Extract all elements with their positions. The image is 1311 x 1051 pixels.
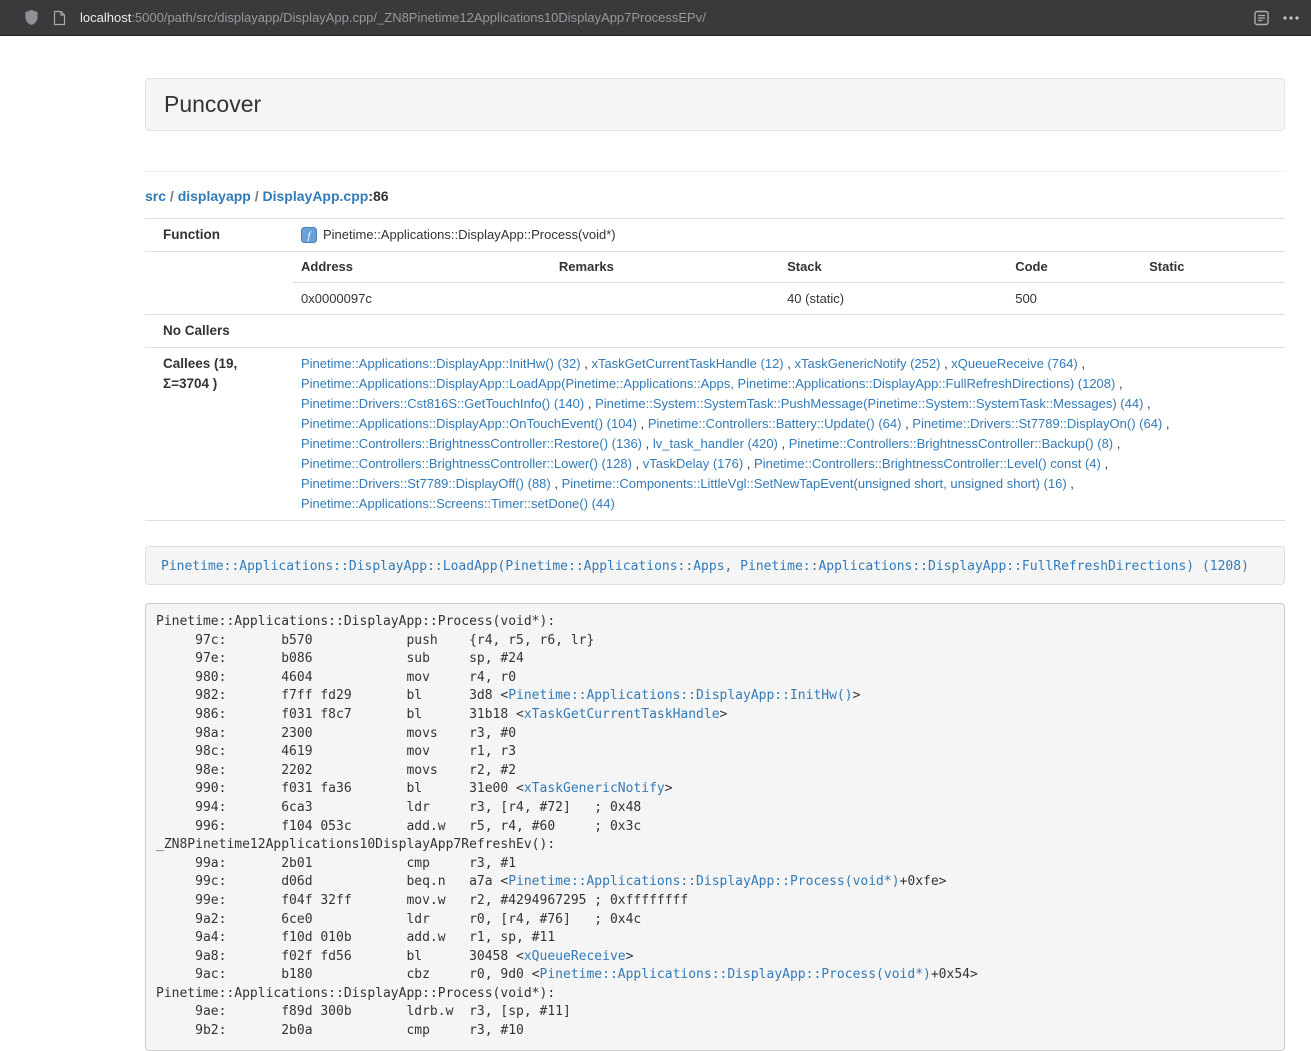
disassembly-block: Pinetime::Applications::DisplayApp::Proc… (145, 603, 1285, 1051)
stack-cell: 40 (static) (779, 283, 1007, 315)
callee-link[interactable]: Pinetime::Controllers::BrightnessControl… (789, 436, 1113, 451)
page-info-icon[interactable] (53, 10, 66, 26)
page-title-panel: Puncover (145, 78, 1285, 131)
col-address: Address (293, 252, 551, 283)
callees-label: Callees (19, Σ=3704 ) (145, 348, 293, 521)
breadcrumb-separator: / (166, 188, 178, 204)
function-label: Function (145, 219, 293, 252)
callee-link[interactable]: Pinetime::Drivers::St7789::DisplayOn() (… (912, 416, 1162, 431)
breadcrumb-link[interactable]: displayapp (178, 188, 251, 204)
callee-link[interactable]: Pinetime::Drivers::St7789::DisplayOff() … (301, 476, 551, 491)
disassembly-symbol-link[interactable]: Pinetime::Applications::DisplayApp::Init… (508, 688, 852, 703)
breadcrumb-link[interactable]: DisplayApp.cpp (263, 188, 369, 204)
callee-link[interactable]: lv_task_handler (420) (653, 436, 778, 451)
main-content: Puncover src / displayapp / DisplayApp.c… (145, 36, 1285, 1051)
callee-link[interactable]: Pinetime::Controllers::BrightnessControl… (301, 456, 632, 471)
callee-link[interactable]: xTaskGenericNotify (252) (795, 356, 941, 371)
no-callers-label: No Callers (145, 315, 293, 348)
divider (145, 171, 1285, 172)
shield-icon[interactable] (24, 9, 39, 26)
disassembly-symbol-link[interactable]: xQueueReceive (524, 949, 626, 964)
disassembly-symbol-link[interactable]: Pinetime::Applications::DisplayApp::Proc… (540, 967, 931, 982)
callee-link[interactable]: Pinetime::Controllers::BrightnessControl… (754, 456, 1101, 471)
callee-link[interactable]: Pinetime::Components::LittleVgl::SetNewT… (562, 476, 1067, 491)
reader-mode-icon[interactable] (1254, 10, 1269, 26)
breadcrumb-link[interactable]: src (145, 188, 166, 204)
callee-link[interactable]: xTaskGetCurrentTaskHandle (12) (591, 356, 783, 371)
browser-toolbar: localhost:5000/path/src/displayapp/Displ… (0, 0, 1311, 36)
function-icon: f (301, 227, 317, 243)
code-cell: 500 (1007, 283, 1141, 315)
callee-link[interactable]: Pinetime::Applications::DisplayApp::Init… (301, 356, 581, 371)
col-code: Code (1007, 252, 1141, 283)
address-cell: 0x0000097c (293, 283, 551, 315)
function-detail-table: Function f Pinetime::Applications::Displ… (145, 218, 1285, 521)
breadcrumb-separator: / (251, 188, 263, 204)
related-symbol-heading: Pinetime::Applications::DisplayApp::Load… (146, 547, 1284, 584)
overflow-menu-icon[interactable] (1283, 16, 1299, 20)
function-name: Pinetime::Applications::DisplayApp::Proc… (323, 225, 616, 245)
callee-link[interactable]: Pinetime::Applications::DisplayApp::OnTo… (301, 416, 637, 431)
no-callers-row: No Callers (145, 315, 1285, 348)
breadcrumb: src / displayapp / DisplayApp.cpp:86 (145, 186, 1285, 206)
remarks-cell (551, 283, 779, 315)
breadcrumb-line-number: :86 (368, 188, 388, 204)
callees-list: Pinetime::Applications::DisplayApp::Init… (293, 348, 1285, 521)
callee-link[interactable]: Pinetime::Controllers::BrightnessControl… (301, 436, 642, 451)
col-static: Static (1141, 252, 1285, 283)
disassembly-code: Pinetime::Applications::DisplayApp::Proc… (156, 614, 978, 1038)
url-bar[interactable]: localhost:5000/path/src/displayapp/Displ… (80, 10, 1240, 25)
callees-row: Callees (19, Σ=3704 ) Pinetime::Applicat… (145, 348, 1285, 521)
disassembly-symbol-link[interactable]: xTaskGetCurrentTaskHandle (524, 707, 720, 722)
table-row: 0x0000097c 40 (static) 500 (293, 283, 1285, 315)
callee-link[interactable]: Pinetime::Applications::DisplayApp::Load… (301, 376, 1115, 391)
disassembly-symbol-link[interactable]: xTaskGenericNotify (524, 781, 665, 796)
related-symbol-link[interactable]: Pinetime::Applications::DisplayApp::Load… (161, 559, 1249, 574)
url-host: localhost (80, 10, 131, 25)
col-remarks: Remarks (551, 252, 779, 283)
function-row: Function f Pinetime::Applications::Displ… (145, 219, 1285, 252)
symbol-stats-table: Address Remarks Stack Code Static 0x0000… (293, 252, 1285, 314)
callee-link[interactable]: vTaskDelay (176) (643, 456, 743, 471)
url-path: :5000/path/src/displayapp/DisplayApp.cpp… (131, 10, 706, 25)
callee-link[interactable]: Pinetime::System::SystemTask::PushMessag… (595, 396, 1143, 411)
static-cell (1141, 283, 1285, 315)
disassembly-symbol-link[interactable]: Pinetime::Applications::DisplayApp::Proc… (508, 874, 899, 889)
page-title: Puncover (164, 91, 261, 117)
callee-link[interactable]: Pinetime::Applications::Screens::Timer::… (301, 496, 615, 511)
stats-row: Address Remarks Stack Code Static 0x0000… (145, 252, 1285, 315)
related-symbol-panel: Pinetime::Applications::DisplayApp::Load… (145, 546, 1285, 585)
callee-link[interactable]: Pinetime::Drivers::Cst816S::GetTouchInfo… (301, 396, 584, 411)
callee-link[interactable]: Pinetime::Controllers::Battery::Update()… (648, 416, 902, 431)
col-stack: Stack (779, 252, 1007, 283)
callee-link[interactable]: xQueueReceive (764) (951, 356, 1077, 371)
